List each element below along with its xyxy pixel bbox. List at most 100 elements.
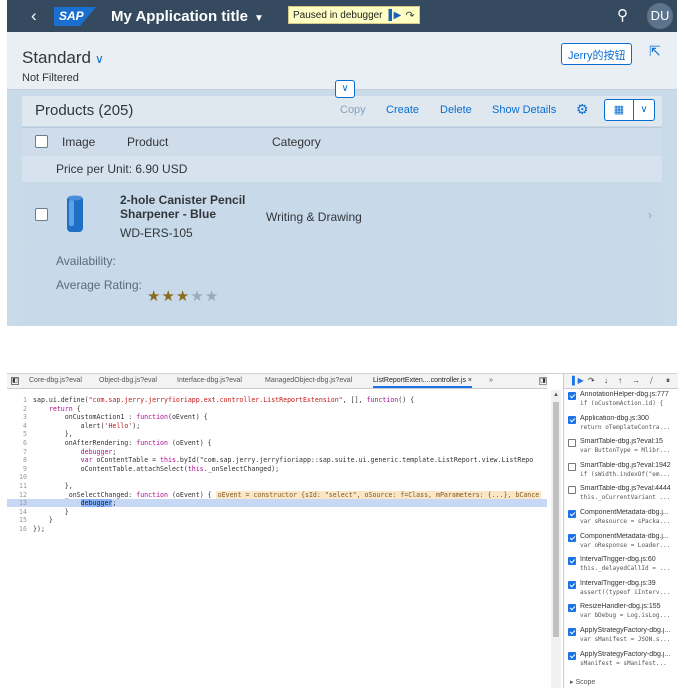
column-image[interactable]: Image: [62, 135, 95, 149]
code-line[interactable]: 5 },: [7, 430, 547, 438]
search-icon[interactable]: ⚲: [617, 6, 628, 24]
frame-checkbox[interactable]: [568, 510, 576, 518]
line-number[interactable]: 12: [7, 491, 27, 499]
avatar[interactable]: DU: [647, 3, 673, 29]
chevron-right-icon[interactable]: ›: [648, 208, 652, 222]
line-number[interactable]: 4: [7, 422, 27, 430]
frame-checkbox[interactable]: [568, 392, 576, 400]
scope-section[interactable]: ▸ Scope: [570, 678, 595, 686]
chevron-down-icon[interactable]: ∨: [633, 99, 655, 121]
source-code-editor[interactable]: 1 sap.ui.define("com.sap.jerry.jerryfiori…: [7, 390, 547, 688]
call-frame[interactable]: AnnotationHelper-dbg.js:777 if (oCustomAc…: [566, 391, 676, 413]
resume-icon[interactable]: ▌▶: [572, 376, 584, 385]
code-line[interactable]: 2 return {: [7, 405, 547, 413]
line-number[interactable]: 6: [7, 439, 27, 447]
copy-button[interactable]: Copy: [340, 104, 366, 116]
pause-exceptions-icon[interactable]: ⏸: [666, 376, 670, 386]
call-frame[interactable]: ApplyStrategyFactory-dbg.j... sManifest =…: [566, 651, 676, 673]
call-frame[interactable]: IntervalTrigger-dbg.js:39 assert((typeof …: [566, 580, 676, 602]
tab-listreport-extension[interactable]: ListReportExten....controller.js ×: [373, 377, 473, 388]
column-product[interactable]: Product: [127, 135, 168, 149]
step-icon[interactable]: →: [632, 376, 640, 385]
frame-checkbox[interactable]: [568, 628, 576, 636]
code-line[interactable]: 4 alert('Hello');: [7, 422, 547, 430]
tab-core-dbg[interactable]: Core-dbg.js?eval: [29, 377, 82, 384]
call-frame[interactable]: IntervalTrigger-dbg.js:60 this._delayedCa…: [566, 556, 676, 578]
tab-object-dbg[interactable]: Object-dbg.js?eval: [99, 377, 157, 384]
line-number[interactable]: 7: [7, 448, 27, 456]
call-frame[interactable]: ComponentMetadata-dbg.j... var sResource …: [566, 509, 676, 531]
gear-icon[interactable]: ⚙: [576, 101, 589, 118]
call-frame[interactable]: ResizeHandler-dbg.js:155 var bDebug = Log…: [566, 603, 676, 625]
line-number[interactable]: 13: [7, 499, 27, 507]
row-checkbox[interactable]: [35, 208, 48, 221]
tab-managedobject-dbg[interactable]: ManagedObject-dbg.js?eval: [265, 377, 352, 384]
code-line[interactable]: 15 }: [7, 516, 547, 524]
line-number[interactable]: 10: [7, 473, 27, 481]
line-number[interactable]: 9: [7, 465, 27, 473]
collapse-header-button[interactable]: ∨: [335, 80, 355, 98]
table-row[interactable]: 2-hole Canister Pencil Sharpener - Blue …: [22, 183, 662, 247]
frame-checkbox[interactable]: [568, 415, 576, 424]
code-line[interactable]: 16});: [7, 525, 547, 533]
share-icon[interactable]: ⇱: [649, 43, 661, 60]
frame-checkbox[interactable]: [568, 533, 576, 542]
code-scrollbar[interactable]: ▲: [551, 390, 561, 688]
frame-checkbox[interactable]: [568, 580, 576, 589]
code-line[interactable]: 10: [7, 473, 547, 481]
frame-checkbox[interactable]: [568, 557, 576, 566]
code-line[interactable]: 7 debugger;: [7, 448, 547, 456]
step-out-icon[interactable]: ↑: [618, 376, 622, 385]
frame-checkbox[interactable]: [568, 439, 576, 448]
line-number[interactable]: 11: [7, 482, 27, 490]
frame-checkbox[interactable]: [568, 462, 576, 471]
select-all-checkbox[interactable]: [35, 135, 48, 148]
code-line[interactable]: 13 debugger;: [7, 499, 547, 508]
frame-checkbox[interactable]: [568, 651, 576, 660]
line-number[interactable]: 14: [7, 508, 27, 516]
call-frame[interactable]: ComponentMetadata-dbg.j... var oResponse …: [566, 533, 676, 555]
call-frame[interactable]: ApplyStrategyFactory-dbg.j... var sManife…: [566, 627, 676, 649]
export-icon[interactable]: ▦: [604, 99, 634, 121]
code-line[interactable]: 9 oContentTable.attachSelect(this._onSel…: [7, 465, 547, 473]
frame-checkbox[interactable]: [568, 604, 576, 613]
code-line[interactable]: 1 sap.ui.define("com.sap.jerry.jerryfiori…: [7, 396, 547, 404]
call-frame[interactable]: SmartTable-dbg.js?eval:1942 if (sWidth.in…: [566, 462, 676, 484]
create-button[interactable]: Create: [386, 104, 419, 116]
column-category[interactable]: Category: [272, 135, 321, 149]
code-line[interactable]: 8 var oContentTable = this.byId("com.sap…: [7, 456, 547, 464]
tab-interface-dbg[interactable]: Interface-dbg.js?eval: [177, 377, 242, 384]
step-into-icon[interactable]: ↓: [604, 376, 608, 385]
deactivate-breakpoints-icon[interactable]: ⧸: [650, 376, 653, 386]
call-frame[interactable]: Application-dbg.js:300 return oTemplateCo…: [566, 415, 676, 437]
resume-icon[interactable]: ▌▶: [389, 10, 402, 21]
frame-checkbox[interactable]: [568, 486, 576, 495]
more-tabs-button[interactable]: »: [489, 377, 493, 384]
line-number[interactable]: 5: [7, 430, 27, 438]
code-line[interactable]: 6 onAfterRendering: function (oEvent) {: [7, 439, 547, 447]
call-frame[interactable]: SmartTable-dbg.js?eval:15 var ButtonType …: [566, 438, 676, 460]
variant-selector[interactable]: Standard ∨: [22, 48, 104, 68]
app-title[interactable]: My Application title ▼: [111, 8, 264, 25]
toggle-debugger-icon[interactable]: ◨: [539, 377, 547, 385]
code-line[interactable]: 3 onCustomAction1 : function(oEvent) {: [7, 413, 547, 421]
jerry-button[interactable]: Jerry的按钮: [561, 43, 633, 65]
step-over-icon[interactable]: ↷: [588, 376, 595, 385]
line-number[interactable]: 15: [7, 516, 27, 524]
code-line[interactable]: 12 _onSelectChanged: function (oEvent) {…: [7, 490, 547, 499]
line-number[interactable]: 8: [7, 456, 27, 464]
show-details-button[interactable]: Show Details: [492, 104, 556, 116]
scroll-up-icon[interactable]: ▲: [553, 392, 559, 398]
step-over-icon[interactable]: ↷: [405, 9, 414, 22]
toggle-navigator-icon[interactable]: ◧: [11, 377, 19, 385]
chevron-left-icon[interactable]: ‹: [31, 6, 37, 26]
scrollbar-thumb[interactable]: [553, 402, 559, 637]
line-number[interactable]: 2: [7, 405, 27, 413]
code-line[interactable]: 14 }: [7, 508, 547, 516]
delete-button[interactable]: Delete: [440, 104, 472, 116]
line-number[interactable]: 3: [7, 413, 27, 421]
sap-logo[interactable]: SAP: [54, 7, 96, 26]
line-number[interactable]: 16: [7, 525, 27, 533]
call-frame[interactable]: SmartTable-dbg.js?eval:4444 this._oCurren…: [566, 485, 676, 507]
code-line[interactable]: 11 },: [7, 482, 547, 490]
